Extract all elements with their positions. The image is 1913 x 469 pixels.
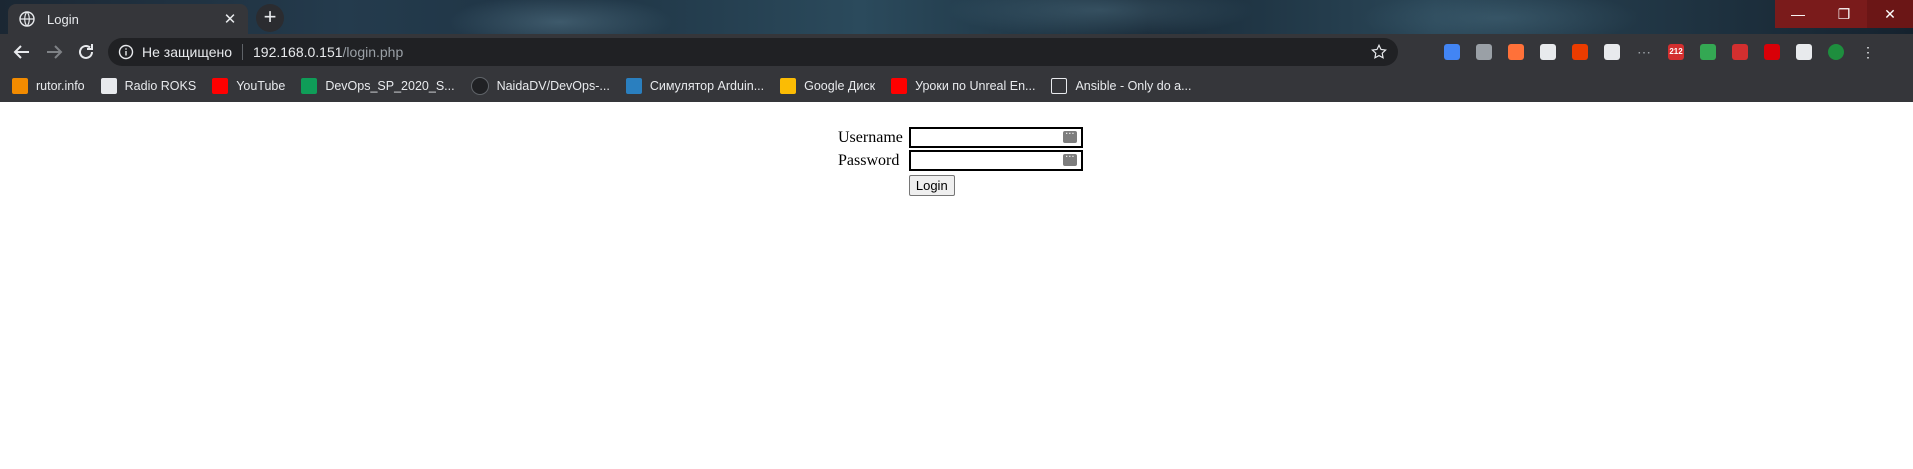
close-window-button[interactable]: ✕ xyxy=(1867,0,1913,28)
copy-icon[interactable] xyxy=(1472,40,1496,64)
bookmark-label: Уроки по Unreal En... xyxy=(915,79,1036,93)
bookmark-label: Ansible - Only do a... xyxy=(1075,79,1192,93)
shield-icon[interactable] xyxy=(1696,40,1720,64)
profile-avatar-icon[interactable] xyxy=(1824,40,1848,64)
yandex-212-icon[interactable]: 212 xyxy=(1664,40,1688,64)
globe-icon xyxy=(19,11,35,27)
new-tab-button[interactable]: + xyxy=(256,4,284,32)
bookmark-item[interactable]: Google Диск xyxy=(780,78,875,94)
bookmark-star-icon[interactable] xyxy=(1370,43,1388,61)
menu-icon[interactable]: ⋮ xyxy=(1856,40,1880,64)
bookmark-label: Симулятор Arduin... xyxy=(649,79,765,93)
info-icon[interactable] xyxy=(118,44,134,60)
password-label: Password xyxy=(838,151,900,169)
title-bar: Login ✕ + — ❐ ✕ xyxy=(0,0,1913,34)
username-field[interactable]: ··· xyxy=(908,127,1083,148)
divider xyxy=(242,44,243,60)
sheets-icon xyxy=(301,78,318,94)
password-manager-icon[interactable]: ··· xyxy=(1062,153,1077,166)
mega-icon[interactable] xyxy=(1760,40,1784,64)
bookmarks-bar: rutor.info Radio ROKS YouTube DevOps_SP_202… xyxy=(0,70,1913,102)
drive-icon xyxy=(780,78,797,94)
extensions-bar: ⋯ 212 ⋮ xyxy=(1440,40,1880,64)
github-icon xyxy=(470,77,489,95)
username-label: Username xyxy=(838,128,903,146)
back-icon[interactable] xyxy=(10,40,34,64)
fox-icon[interactable] xyxy=(1504,40,1528,64)
bookmark-item[interactable]: Ansible - Only do a... xyxy=(1051,78,1192,94)
password-field[interactable]: ··· xyxy=(908,150,1083,171)
bookmark-label: NaidaDV/DevOps-... xyxy=(496,79,610,93)
pdf-icon[interactable] xyxy=(1728,40,1752,64)
radio-icon xyxy=(100,78,117,94)
minimize-button[interactable]: — xyxy=(1775,0,1821,28)
address-bar[interactable]: Не защищено 192.168.0.151/login.php xyxy=(108,38,1398,66)
youtube-icon xyxy=(212,78,229,94)
security-status[interactable]: Не защищено xyxy=(142,44,232,60)
bookmark-label: DevOps_SP_2020_S... xyxy=(325,79,455,93)
page-icon xyxy=(1051,78,1068,94)
forward-icon[interactable] xyxy=(42,40,66,64)
login-form: Username ··· Password ··· Login xyxy=(836,126,1085,197)
bookmark-item[interactable]: DevOps_SP_2020_S... xyxy=(301,78,455,94)
bookmark-item[interactable]: YouTube xyxy=(212,78,285,94)
youtube-icon xyxy=(891,78,908,94)
theme-background xyxy=(0,0,1913,34)
tab-login[interactable]: Login ✕ xyxy=(8,4,248,34)
translate-icon[interactable] xyxy=(1440,40,1464,64)
url-host: 192.168.0.151 xyxy=(253,44,343,60)
puzzle-icon[interactable] xyxy=(1792,40,1816,64)
bookmark-item[interactable]: Симулятор Arduin... xyxy=(625,78,765,94)
bookmark-label: YouTube xyxy=(236,79,286,93)
browser-toolbar: Не защищено 192.168.0.151/login.php ⋯ 212… xyxy=(0,34,1913,70)
tab-close-icon[interactable]: ✕ xyxy=(218,10,242,28)
bookmark-item[interactable]: Radio ROKS xyxy=(100,78,197,94)
tinkercad-icon xyxy=(625,78,642,94)
bookmark-item[interactable]: NaidaDV/DevOps-... xyxy=(470,77,610,95)
login-button[interactable]: Login xyxy=(908,175,955,196)
restore-button[interactable]: ❐ xyxy=(1821,0,1867,28)
office-icon[interactable] xyxy=(1568,40,1592,64)
bookmark-label: Radio ROKS xyxy=(124,79,197,93)
window-controls: — ❐ ✕ xyxy=(1775,0,1913,28)
bookmark-label: Google Диск xyxy=(804,79,876,93)
bookmark-label: rutor.info xyxy=(36,79,85,93)
password-manager-icon[interactable]: ··· xyxy=(1062,130,1077,143)
reload-icon[interactable] xyxy=(74,40,98,64)
tab-title: Login xyxy=(47,11,79,27)
bookmark-item[interactable]: Уроки по Unreal En... xyxy=(891,78,1035,94)
rutor-icon xyxy=(12,78,28,94)
dots-icon[interactable]: ⋯ xyxy=(1632,40,1656,64)
url-path: /login.php xyxy=(342,44,404,60)
card-icon[interactable] xyxy=(1536,40,1560,64)
bookmark-item[interactable]: rutor.info xyxy=(12,78,85,94)
speed-icon[interactable] xyxy=(1600,40,1624,64)
